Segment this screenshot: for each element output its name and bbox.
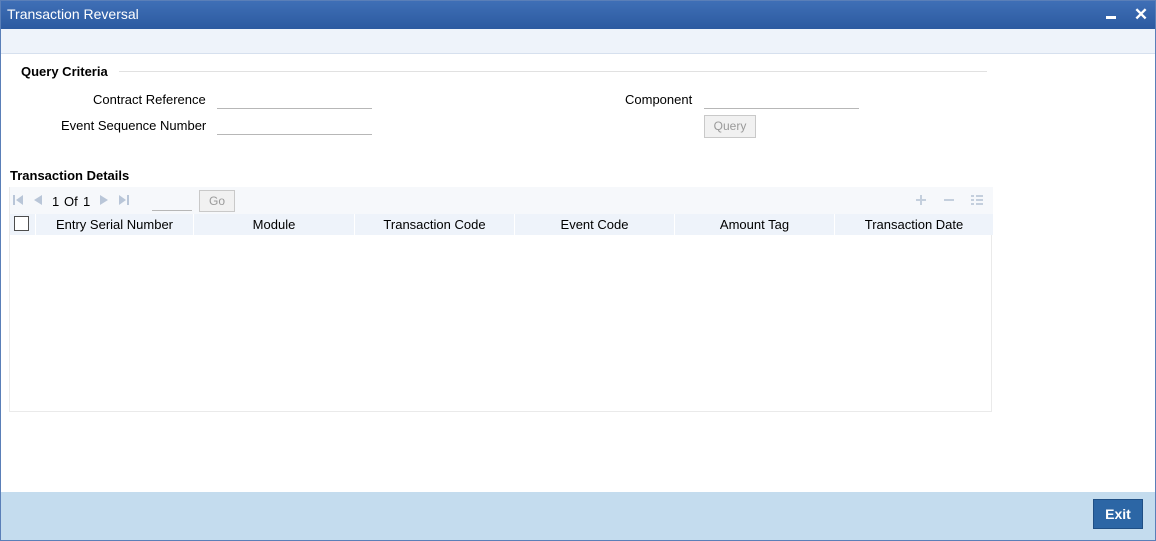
event-sequence-input[interactable] <box>217 115 372 135</box>
page-of-label: Of <box>64 194 78 209</box>
minimize-button[interactable] <box>1101 5 1121 25</box>
last-page-icon[interactable] <box>118 194 130 206</box>
column-header[interactable]: Transaction Code <box>355 214 515 235</box>
column-header[interactable]: Amount Tag <box>675 214 835 235</box>
column-header[interactable]: Module <box>194 214 355 235</box>
transaction-grid: 1 Of 1 Go Entry Serial Number Module Tra… <box>9 187 993 412</box>
page-number-input[interactable] <box>152 191 192 211</box>
go-button[interactable]: Go <box>199 190 235 212</box>
next-page-icon[interactable] <box>98 194 110 206</box>
grid-toolbar: 1 Of 1 Go <box>10 187 993 214</box>
select-all-cell <box>10 214 36 235</box>
query-criteria-heading: Query Criteria <box>21 64 108 79</box>
component-label: Component <box>625 92 693 107</box>
previous-page-icon[interactable] <box>32 194 44 206</box>
select-all-checkbox[interactable] <box>14 216 29 231</box>
column-header[interactable]: Event Code <box>515 214 675 235</box>
total-pages: 1 <box>83 194 91 209</box>
column-header[interactable]: Entry Serial Number <box>36 214 194 235</box>
contract-reference-input[interactable] <box>217 89 372 109</box>
column-header[interactable]: Transaction Date <box>835 214 993 235</box>
contract-reference-label: Contract Reference <box>93 92 206 107</box>
exit-button[interactable]: Exit <box>1093 499 1143 529</box>
window-title: Transaction Reversal <box>7 6 139 22</box>
query-button[interactable]: Query <box>704 115 756 138</box>
grid-header: Entry Serial Number Module Transaction C… <box>10 214 993 235</box>
footer-bar: Exit <box>1 492 1155 540</box>
header-strip <box>1 29 1155 54</box>
first-page-icon[interactable] <box>12 194 24 206</box>
delete-row-icon[interactable] <box>942 193 956 207</box>
single-view-icon[interactable] <box>970 193 984 207</box>
section-divider <box>119 71 987 72</box>
event-sequence-label: Event Sequence Number <box>61 118 207 133</box>
current-page: 1 <box>52 194 60 209</box>
close-button[interactable]: ✕ <box>1131 5 1151 25</box>
component-input[interactable] <box>704 89 859 109</box>
transaction-details-heading: Transaction Details <box>10 168 130 183</box>
title-bar: Transaction Reversal ✕ <box>1 1 1155 29</box>
minimize-icon <box>1106 16 1116 19</box>
close-icon: ✕ <box>1133 5 1149 24</box>
add-row-icon[interactable] <box>914 193 928 207</box>
transaction-reversal-window: Transaction Reversal ✕ Query Criteria Co… <box>0 0 1156 541</box>
